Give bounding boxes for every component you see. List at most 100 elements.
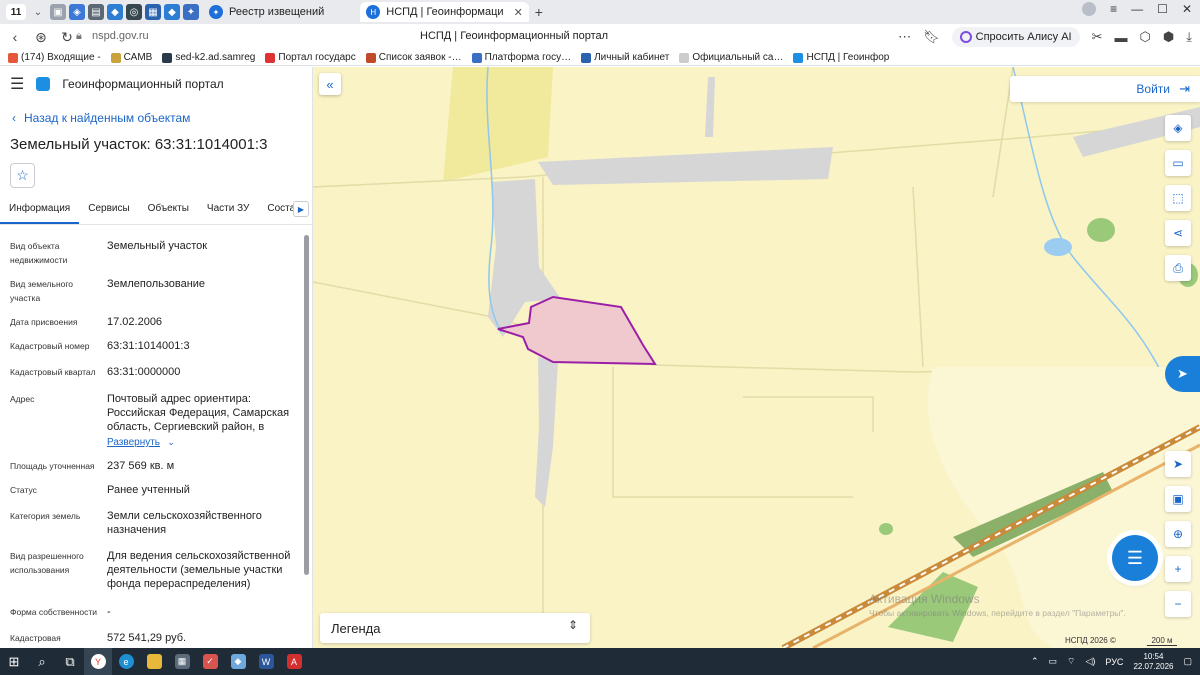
alice-button[interactable]: Спросить Алису AI [951,27,1080,47]
clock[interactable]: 10:54 22.07.2026 [1133,652,1173,672]
reload-icon[interactable]: ↻ [56,29,78,46]
tab-objects[interactable]: Объекты [139,199,198,224]
chevron-up-icon[interactable]: ⌃ [1031,656,1039,667]
start-button[interactable]: ⊞ [0,648,28,675]
map-canvas[interactable] [313,67,1200,648]
login-icon[interactable]: ⇥ [1179,81,1190,97]
search-icon: ⌕ [38,653,46,669]
word-icon: W [258,654,274,669]
chat-button[interactable]: ☰ [1112,535,1158,581]
extension-icon[interactable]: ▬ [1115,30,1128,45]
tab-information[interactable]: Информация [0,199,80,224]
minimize-button[interactable]: — [1131,2,1143,16]
ruler-button[interactable]: ▭ [1165,150,1191,176]
property-value: Земельный участок [107,240,208,252]
tab-nspd[interactable]: Н НСПД | Геоинформаци ✕ [360,2,529,22]
expand-label: Развернуть [107,437,161,448]
layers-button[interactable]: ◈ [1165,115,1191,141]
language-indicator[interactable]: РУС [1105,657,1123,667]
side-panel-tab[interactable]: ➤ [1165,356,1200,392]
property-value: 63:31:1014001:3 [107,340,190,352]
tab-registry[interactable]: ✦ Реестр извещений [203,2,330,22]
notifications-icon[interactable]: ▢ [1183,656,1192,667]
pinned-tab-icon[interactable]: ▤ [88,4,104,20]
panel-scrollbar-thumb[interactable] [304,235,309,575]
select-area-icon: ⬚ [1172,191,1184,205]
bookmark-item[interactable]: Личный кабинет [581,52,669,63]
acrobat-button[interactable]: A [280,648,308,675]
expand-address-link[interactable]: Развернуть ⌄ [107,434,175,448]
login-button[interactable]: Войти [1136,82,1170,96]
nspd-logo-icon: Н [366,5,381,19]
legend-dropdown[interactable]: Легенда ⇕ [320,613,590,643]
yandex-browser-button[interactable]: Y [84,648,112,675]
app-button[interactable]: ◆ [224,648,252,675]
hamburger-menu-icon[interactable]: ☰ [10,74,24,94]
pinned-tab-icon[interactable]: ◎ [126,4,142,20]
bookmark-item[interactable]: Платформа госу… [471,52,571,63]
portal-name[interactable]: Геоинформационный портал [62,77,223,91]
zoom-in-button[interactable]: + [1165,556,1191,582]
property-value: 572 541,29 руб. [107,632,187,644]
pinned-tab-icon[interactable]: ◈ [69,4,85,20]
lock-icon: 🔒︎ [76,30,82,42]
extension-icon[interactable]: ⬢ [1163,29,1174,45]
extension-icon[interactable]: ⬡ [1140,29,1151,45]
map-view[interactable]: « Войти ⇥ ◈ ▭ ⬚ ⋖ ⎙ ➤ ➤ ▣ ⊕ + − ☰ Легенд… [313,67,1200,648]
close-window-button[interactable]: ✕ [1182,2,1192,16]
menu-icon[interactable]: ≡ [1110,2,1117,16]
back-arrow-icon[interactable]: ‹ [4,29,26,45]
explorer-button[interactable] [140,648,168,675]
download-icon[interactable]: ⤓ [1186,29,1192,45]
tabs-scroll-right-button[interactable]: ▶ [293,201,309,217]
close-tab-icon[interactable]: ✕ [514,6,523,19]
property-value: Почтовый адрес ориентира: Российская Фед… [107,393,290,433]
extension-icon[interactable]: ✂ [1092,29,1103,45]
app-button[interactable]: ✓ [196,648,224,675]
pinned-tab-icon[interactable]: ✦ [183,4,199,20]
print-button[interactable]: ⎙ [1165,255,1191,281]
geolocation-button[interactable]: ➤ [1165,451,1191,477]
favorite-star-button[interactable]: ☆ [10,163,35,188]
edge-button[interactable]: e [112,648,140,675]
volume-icon[interactable]: ◁) [1085,656,1095,667]
bookmark-item[interactable]: САМВ [110,52,152,63]
bookmark-icon[interactable]: 🔖︎ [923,29,940,45]
url-host[interactable]: nspd.gov.ru [92,30,149,42]
word-button[interactable]: W [252,648,280,675]
more-icon[interactable]: ⋯ [898,29,911,45]
tab-count-button[interactable]: 11 [6,4,26,20]
yandex-id-icon[interactable]: ⊛ [30,29,52,46]
portal-logo-icon[interactable] [36,77,51,91]
share-button[interactable]: ⋖ [1165,220,1191,246]
wifi-icon[interactable]: ⌔ [1067,656,1075,667]
tab-parts[interactable]: Части ЗУ [198,199,258,224]
bookmark-item[interactable]: НСПД | Геоинфор [793,52,889,63]
bookmark-item[interactable]: (174) Входящие - [8,52,101,63]
zoom-out-button[interactable]: − [1165,591,1191,617]
search-location-button[interactable]: ⊕ [1165,521,1191,547]
tab-label: Реестр извещений [229,6,325,18]
calculator-button[interactable]: ▦ [168,648,196,675]
bookmark-item[interactable]: sed-k2.ad.samreg [162,52,255,63]
minimap-button[interactable]: ▣ [1165,486,1191,512]
bookmark-item[interactable]: Официальный са… [679,52,783,63]
bookmark-item[interactable]: Список заявок -… [365,52,462,63]
pinned-tab-icon[interactable]: ◆ [164,4,180,20]
task-view-button[interactable]: ⧉ [56,648,84,675]
pinned-tab-icon[interactable]: ▦ [145,4,161,20]
pinned-tab-icon[interactable]: ▣ [50,4,66,20]
collapse-panel-button[interactable]: « [319,73,341,95]
tab-services[interactable]: Сервисы [79,199,138,224]
network-icon[interactable]: ▭ [1049,656,1058,667]
chevron-down-icon[interactable]: ⌄ [30,7,46,18]
select-area-button[interactable]: ⬚ [1165,185,1191,211]
profile-icon[interactable] [1082,2,1097,16]
new-tab-button[interactable]: + [535,4,543,20]
back-to-results-link[interactable]: ‹ Назад к найденным объектам [12,111,190,125]
maximize-button[interactable]: ☐ [1157,2,1168,16]
bookmark-item[interactable]: Портал государс [265,52,356,63]
pinned-tab-icon[interactable]: ◆ [107,4,123,20]
watermark-title: Активация Windows [869,592,980,606]
search-button[interactable]: ⌕ [28,648,56,675]
